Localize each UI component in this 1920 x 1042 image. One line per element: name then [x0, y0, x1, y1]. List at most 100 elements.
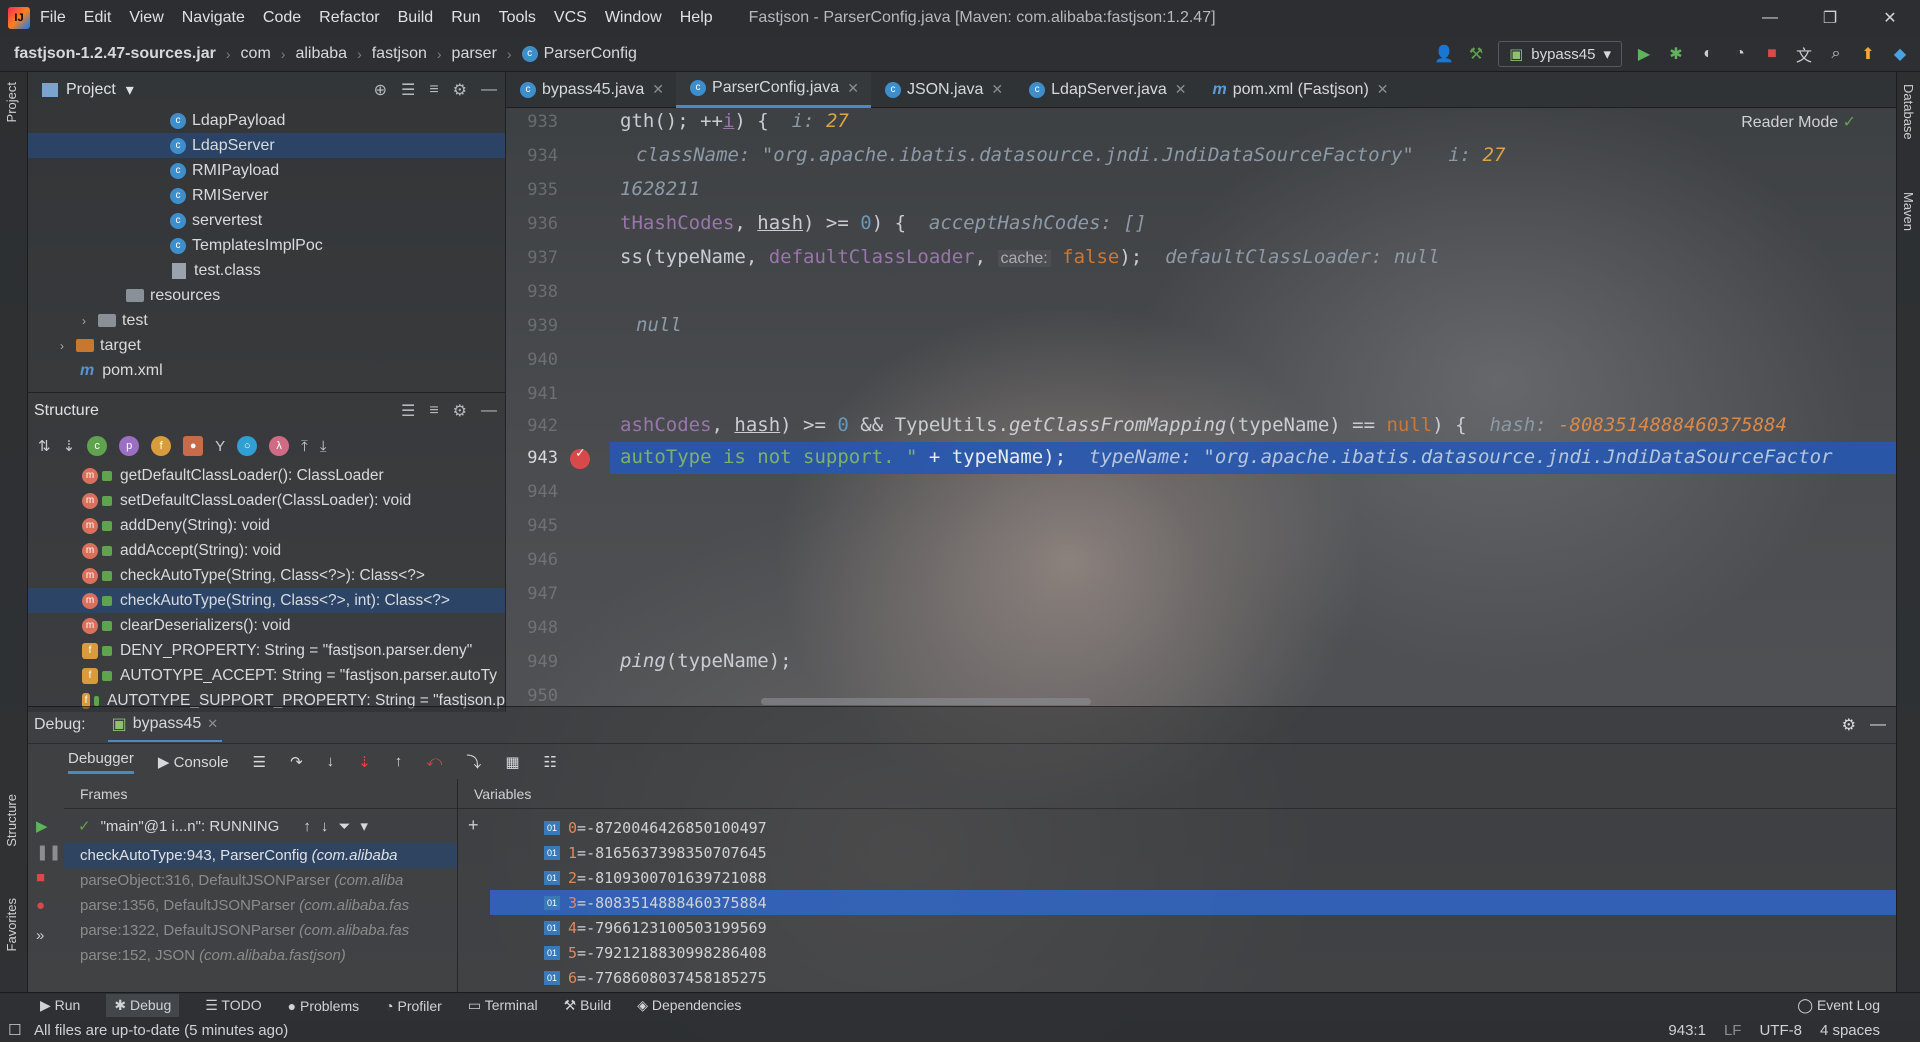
breadcrumb-alibaba[interactable]: alibaba [295, 45, 347, 63]
frame-row[interactable]: parse:1322, DefaultJSONParser (com.alibab… [64, 918, 457, 943]
file-encoding[interactable]: UTF-8 [1759, 1022, 1802, 1039]
structure-member[interactable]: m setDefaultClassLoader(ClassLoader): voi… [28, 488, 505, 513]
tree-item-resources[interactable]: resources [28, 283, 505, 308]
chevron-down-icon[interactable]: ▾ [126, 80, 134, 100]
tree-item-test[interactable]: › test [28, 308, 505, 333]
breadcrumb-parser[interactable]: parser [452, 45, 497, 63]
tree-item-rmiserver[interactable]: c RMIServer [28, 183, 505, 208]
structure-member-selected[interactable]: m checkAutoType(String, Class<?>, int): C… [28, 588, 505, 613]
structure-member[interactable]: m clearDeserializers(): void [28, 613, 505, 638]
expand-all-icon[interactable]: ☰ [401, 401, 415, 421]
update-icon[interactable]: ⬆ [1858, 44, 1878, 64]
run-configuration-select[interactable]: ▣ bypass45 ▾ [1498, 41, 1622, 67]
breadcrumb-fastjson[interactable]: fastjson [372, 45, 427, 63]
close-icon[interactable]: ✕ [652, 81, 664, 98]
view-breakpoints-icon[interactable]: ● [36, 897, 45, 914]
stop-icon[interactable]: ■ [1762, 44, 1782, 64]
frame-row[interactable]: parse:1356, DefaultJSONParser (com.alibab… [64, 893, 457, 918]
show-anonymous-icon[interactable]: ○ [237, 436, 258, 456]
run-icon[interactable]: ▶ [1634, 44, 1654, 64]
variable-row[interactable]: 01 0 = -8720046426850100497 [458, 815, 1896, 840]
hide-icon[interactable]: — [481, 81, 497, 99]
menu-edit[interactable]: Edit [84, 9, 112, 27]
close-icon[interactable]: ✕ [1377, 81, 1389, 98]
pause-icon[interactable]: ❚❚ [36, 843, 61, 861]
menu-view[interactable]: View [129, 9, 163, 27]
show-lambdas-icon[interactable]: Y [215, 438, 225, 455]
tab-ldapserver[interactable]: c LdapServer.java ✕ [1015, 72, 1198, 108]
structure-member[interactable]: m addDeny(String): void [28, 513, 505, 538]
menu-run[interactable]: Run [451, 9, 480, 27]
profiler-icon[interactable]: ◔ [1730, 44, 1750, 64]
chevron-right-icon[interactable]: › [82, 314, 98, 328]
editor-gutter[interactable]: 933 934 935 936 937 938 939 940 941 942 … [506, 108, 610, 706]
profiler-tool-button[interactable]: ◔ Profiler [385, 998, 442, 1014]
menu-navigate[interactable]: Navigate [182, 9, 245, 27]
locate-icon[interactable]: ⊕ [374, 80, 387, 100]
user-icon[interactable]: 👤 [1434, 44, 1454, 64]
close-window-button[interactable]: ✕ [1860, 0, 1920, 36]
search-icon[interactable]: ⌕ [1826, 44, 1846, 64]
variable-row[interactable]: 01 2 = -8109300701639721088 [458, 865, 1896, 890]
show-non-public-icon[interactable]: ● [183, 436, 204, 456]
minimize-button[interactable]: — [1740, 0, 1800, 36]
event-log-button[interactable]: ◯ Event Log [1797, 997, 1880, 1014]
problems-tool-button[interactable]: ● Problems [288, 998, 360, 1014]
plugin-icon[interactable]: ◆ [1890, 44, 1910, 64]
reader-mode-toggle[interactable]: Reader Mode ✓ [1741, 112, 1856, 132]
show-execution-point-icon[interactable]: ☰ [253, 753, 266, 771]
debug-tool-button[interactable]: ✱ Debug [106, 994, 180, 1017]
add-watch-icon[interactable]: + [468, 815, 479, 836]
frame-row[interactable]: checkAutoType:943, ParserConfig (com.alib… [64, 843, 457, 868]
gear-icon[interactable]: ⚙ [453, 80, 467, 100]
menu-tools[interactable]: Tools [499, 9, 536, 27]
run-tool-button[interactable]: ▶ Run [40, 997, 80, 1014]
collapse-all-icon[interactable]: ≡ [429, 81, 438, 99]
show-inherited-icon[interactable]: c [87, 436, 108, 456]
show-fields-icon[interactable]: f [151, 436, 172, 456]
build-hammer-icon[interactable]: ⚒ [1466, 44, 1486, 64]
gear-icon[interactable]: ⚙ [453, 401, 467, 421]
tab-bypass45[interactable]: c bypass45.java ✕ [506, 72, 676, 108]
drop-frame-icon[interactable]: ⤺ [426, 753, 442, 770]
terminal-tool-button[interactable]: ▭ Terminal [468, 997, 538, 1014]
tree-item-target[interactable]: › target [28, 333, 505, 358]
breadcrumb-com[interactable]: com [241, 45, 271, 63]
step-over-icon[interactable]: ↷ [290, 753, 303, 771]
breadcrumb-jar[interactable]: fastjson-1.2.47-sources.jar [14, 45, 216, 63]
frame-row[interactable]: parse:152, JSON (com.alibaba.fastjson) [64, 943, 457, 968]
step-into-icon[interactable]: ↓ [327, 753, 335, 770]
filter-icon[interactable]: ⏷ [338, 818, 350, 835]
menu-vcs[interactable]: VCS [554, 9, 587, 27]
structure-tool-tab[interactable]: Structure [4, 794, 19, 847]
menu-build[interactable]: Build [398, 9, 434, 27]
tree-item-rmipayload[interactable]: c RMIPayload [28, 158, 505, 183]
code-editor[interactable]: Reader Mode ✓ 933 934 935 936 937 938 93… [506, 108, 1896, 706]
build-tool-button[interactable]: ⚒ Build [564, 997, 612, 1014]
database-tool-tab[interactable]: Database [1901, 84, 1916, 140]
caret-position[interactable]: 943:1 [1668, 1022, 1706, 1039]
restore-button[interactable]: ❐ [1800, 0, 1860, 36]
trace-icon[interactable]: ☷ [544, 753, 557, 771]
hide-icon[interactable]: — [481, 402, 497, 420]
tab-json[interactable]: c JSON.java ✕ [871, 72, 1015, 108]
more-icon[interactable]: » [36, 927, 44, 944]
thread-selector[interactable]: ✓ "main"@1 i...n": RUNNING ↑ ↓ ⏷ ▾ [64, 809, 457, 843]
step-out-icon[interactable]: ↑ [395, 753, 403, 770]
variable-row[interactable]: 01 1 = -8165637398350707645 [458, 840, 1896, 865]
hide-icon[interactable]: — [1870, 716, 1886, 734]
frame-row[interactable]: parseObject:316, DefaultJSONParser (com.a… [64, 868, 457, 893]
variable-row-selected[interactable]: 01 3 = -8083514888460375884 [490, 890, 1896, 915]
structure-member[interactable]: f AUTOTYPE_ACCEPT: String = "fastjson.par… [28, 663, 505, 688]
gear-icon[interactable]: ⚙ [1842, 715, 1856, 735]
status-square-icon[interactable]: ☐ [8, 1021, 21, 1039]
tree-item-ldapserver[interactable]: c LdapServer [28, 133, 505, 158]
structure-member[interactable]: f DENY_PROPERTY: String = "fastjson.parse… [28, 638, 505, 663]
evaluate-expression-icon[interactable]: ▦ [505, 753, 519, 771]
structure-member[interactable]: m checkAutoType(String, Class<?>): Class<… [28, 563, 505, 588]
close-icon[interactable]: ✕ [1175, 81, 1187, 98]
arrow-down-icon[interactable]: ↓ [321, 818, 329, 835]
sort-visibility-icon[interactable]: ⇅ [38, 437, 51, 455]
autoscroll-from-source-icon[interactable]: ⤓ [320, 438, 327, 455]
tab-debugger[interactable]: Debugger [68, 750, 134, 774]
